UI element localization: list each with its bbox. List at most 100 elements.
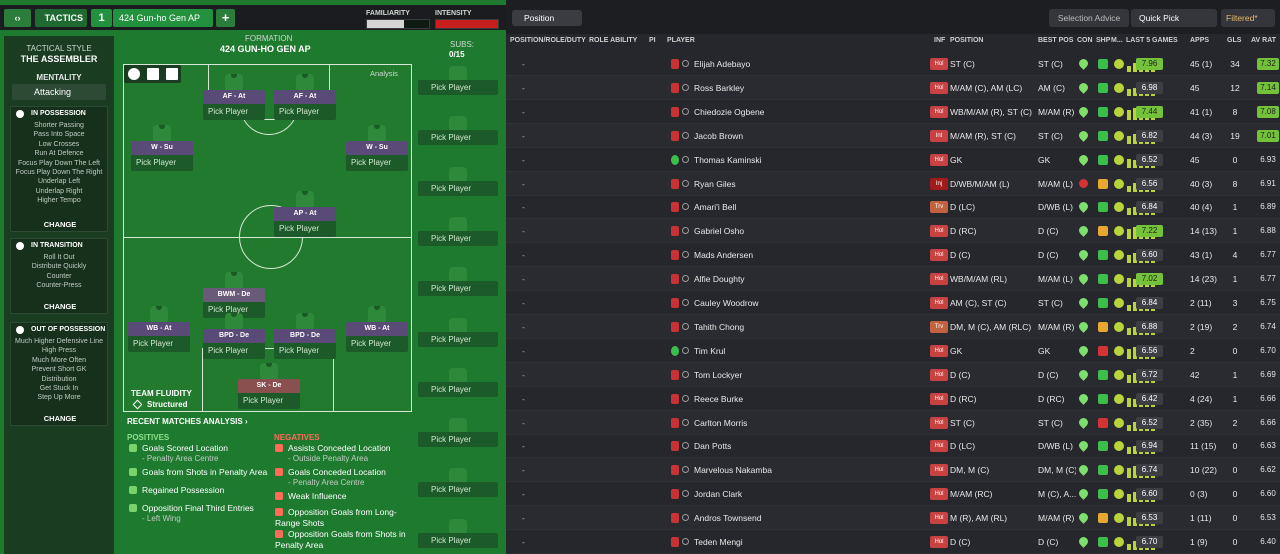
- pick-player-dropdown[interactable]: Pick Player: [418, 130, 498, 146]
- player-slot[interactable]: W - Su Pick Player: [131, 125, 193, 171]
- filter-dropdown[interactable]: Filtered*: [1221, 9, 1275, 27]
- position-role-duty-cell[interactable]: -: [522, 219, 525, 243]
- table-row[interactable]: - Marvelous Nakamba Hol DM, M (C) DM, M (C) 6…: [506, 458, 1280, 483]
- substitute-slot[interactable]: Pick Player: [418, 66, 498, 95]
- substitute-slot[interactable]: Pick Player: [418, 116, 498, 146]
- substitute-slot[interactable]: Pick Player: [418, 216, 498, 246]
- pick-player-dropdown[interactable]: Pick Player: [346, 336, 408, 352]
- position-role-duty-cell[interactable]: -: [522, 195, 525, 219]
- player-name[interactable]: Teden Mengi: [694, 530, 743, 554]
- table-row[interactable]: - Carlton Morris Hol ST (C) ST (C) 6.52 2 (35)…: [506, 410, 1280, 435]
- table-row[interactable]: - Ross Barkley Hol M/AM (C), AM (LC) AM (C) 6…: [506, 75, 1280, 100]
- player-slot[interactable]: BWM - De Pick Player: [203, 272, 265, 318]
- col-header-shp[interactable]: SHP: [1096, 37, 1110, 44]
- add-tactic-button[interactable]: +: [216, 9, 235, 27]
- substitute-slot[interactable]: Pick Player: [418, 418, 498, 448]
- table-row[interactable]: - Jordan Clark Hol M/AM (RC) M (C), A... 6.60…: [506, 482, 1280, 507]
- player-name[interactable]: Mads Andersen: [694, 243, 753, 267]
- intensity-bar[interactable]: [435, 19, 499, 29]
- substitute-slot[interactable]: Pick Player: [418, 267, 498, 297]
- player-name[interactable]: Dan Potts: [694, 434, 731, 458]
- player-name[interactable]: Ryan Giles: [694, 172, 736, 196]
- selection-advice-button[interactable]: Selection Advice: [1049, 9, 1129, 27]
- role-duty-label[interactable]: AF - At: [203, 90, 265, 104]
- tactics-label[interactable]: TACTICS: [35, 9, 87, 27]
- col-header-av-rat[interactable]: AV RAT: [1251, 37, 1276, 44]
- player-slot[interactable]: AF - At Pick Player: [274, 74, 336, 120]
- position-role-duty-cell[interactable]: -: [522, 506, 525, 530]
- pick-player-dropdown[interactable]: Pick Player: [203, 104, 265, 120]
- substitute-slot[interactable]: Pick Player: [418, 367, 498, 397]
- role-duty-label[interactable]: WB - At: [128, 322, 190, 336]
- position-role-duty-cell[interactable]: -: [522, 243, 525, 267]
- back-button[interactable]: ‹›: [4, 9, 31, 27]
- position-role-duty-cell[interactable]: -: [522, 482, 525, 506]
- player-slot[interactable]: BPD - De Pick Player: [274, 313, 336, 359]
- table-row[interactable]: - Cauley Woodrow Hol AM (C), ST (C) ST (C) 6.…: [506, 291, 1280, 315]
- col-header-position[interactable]: POSITION: [950, 37, 983, 44]
- position-role-duty-cell[interactable]: -: [522, 530, 525, 554]
- pick-player-dropdown[interactable]: Pick Player: [274, 221, 336, 237]
- pick-player-dropdown[interactable]: Pick Player: [418, 532, 498, 548]
- player-view-icon[interactable]: [128, 68, 140, 80]
- player-name[interactable]: Jacob Brown: [694, 124, 743, 148]
- position-role-duty-cell[interactable]: -: [522, 124, 525, 148]
- col-header-role-ability[interactable]: ROLE ABILITY: [589, 37, 637, 44]
- table-row[interactable]: - Teden Mengi Hol D (C) D (C) 6.70 1 (9) 0 6.40: [506, 530, 1280, 554]
- tactic-slot-number[interactable]: 1: [91, 9, 112, 27]
- player-slot[interactable]: AF - At Pick Player: [203, 74, 265, 120]
- quick-pick-dropdown[interactable]: Quick Pick: [1131, 9, 1217, 27]
- player-name[interactable]: Gabriel Osho: [694, 219, 744, 243]
- player-slot[interactable]: WB - At Pick Player: [128, 306, 190, 352]
- role-duty-label[interactable]: BPD - De: [203, 329, 265, 343]
- player-name[interactable]: Cauley Woodrow: [694, 291, 759, 315]
- table-row[interactable]: - Tahith Chong Trv DM, M (C), AM (RLC) M/AM …: [506, 314, 1280, 339]
- position-role-duty-cell[interactable]: -: [522, 363, 525, 387]
- player-slot[interactable]: WB - At Pick Player: [346, 306, 408, 352]
- player-name[interactable]: Alfie Doughty: [694, 267, 745, 291]
- in-transition-change-button[interactable]: CHANGE: [11, 302, 109, 311]
- player-name[interactable]: Tahith Chong: [694, 315, 744, 339]
- role-duty-label[interactable]: SK - De: [238, 379, 300, 393]
- position-role-duty-cell[interactable]: -: [522, 100, 525, 124]
- player-name[interactable]: Elijah Adebayo: [694, 52, 750, 76]
- table-row[interactable]: - Gabriel Osho Hol D (RC) D (C) 7.22 14 (13) 1 6…: [506, 219, 1280, 244]
- table-row[interactable]: - Alfie Doughty Hol WB/M/AM (RL) M/AM (L) 7.0…: [506, 267, 1280, 292]
- player-name[interactable]: Ross Barkley: [694, 76, 744, 100]
- player-slot[interactable]: SK - De Pick Player: [238, 363, 300, 409]
- pick-player-dropdown[interactable]: Pick Player: [418, 281, 498, 297]
- col-header-best-pos[interactable]: BEST POS: [1038, 37, 1073, 44]
- player-slot[interactable]: BPD - De Pick Player: [203, 313, 265, 359]
- formation-name[interactable]: 424 GUN-HO GEN AP: [220, 44, 311, 54]
- role-duty-label[interactable]: BWM - De: [203, 288, 265, 302]
- col-header-last-5-games[interactable]: LAST 5 GAMES: [1126, 37, 1178, 44]
- role-duty-label[interactable]: BPD - De: [274, 329, 336, 343]
- pick-player-dropdown[interactable]: Pick Player: [418, 180, 498, 196]
- player-name[interactable]: Carlton Morris: [694, 411, 747, 435]
- pick-player-dropdown[interactable]: Pick Player: [346, 155, 408, 171]
- position-role-duty-cell[interactable]: -: [522, 76, 525, 100]
- tactical-style-dropdown[interactable]: THE ASSEMBLER: [4, 54, 114, 64]
- role-duty-label[interactable]: AF - At: [274, 90, 336, 104]
- pick-player-dropdown[interactable]: Pick Player: [274, 104, 336, 120]
- col-header-player[interactable]: PLAYER: [667, 37, 695, 44]
- tactic-name-dropdown[interactable]: 424 Gun-ho Gen AP: [113, 9, 213, 27]
- substitute-slot[interactable]: Pick Player: [418, 468, 498, 498]
- col-header-apps[interactable]: APPS: [1190, 37, 1209, 44]
- position-role-duty-cell[interactable]: -: [522, 339, 525, 363]
- table-row[interactable]: - Mads Andersen Hol D (C) D (C) 6.60 43 (1) 4 6.…: [506, 243, 1280, 268]
- position-role-duty-cell[interactable]: -: [522, 291, 525, 315]
- position-view-dropdown[interactable]: Position: [512, 10, 582, 26]
- player-name[interactable]: Reece Burke: [694, 387, 743, 411]
- player-slot[interactable]: W - Su Pick Player: [346, 125, 408, 171]
- position-role-duty-cell[interactable]: -: [522, 387, 525, 411]
- role-duty-label[interactable]: AP - At: [274, 207, 336, 221]
- col-header-m[interactable]: M...: [1111, 37, 1123, 44]
- player-name[interactable]: Marvelous Nakamba: [694, 458, 772, 482]
- col-header-inf[interactable]: INF: [934, 37, 945, 44]
- substitute-slot[interactable]: Pick Player: [418, 317, 498, 347]
- table-row[interactable]: - Jacob Brown Int M/AM (R), ST (C) ST (C) 6.8…: [506, 123, 1280, 148]
- pick-player-dropdown[interactable]: Pick Player: [131, 155, 193, 171]
- pick-player-dropdown[interactable]: Pick Player: [418, 432, 498, 448]
- familiarity-bar[interactable]: [366, 19, 430, 29]
